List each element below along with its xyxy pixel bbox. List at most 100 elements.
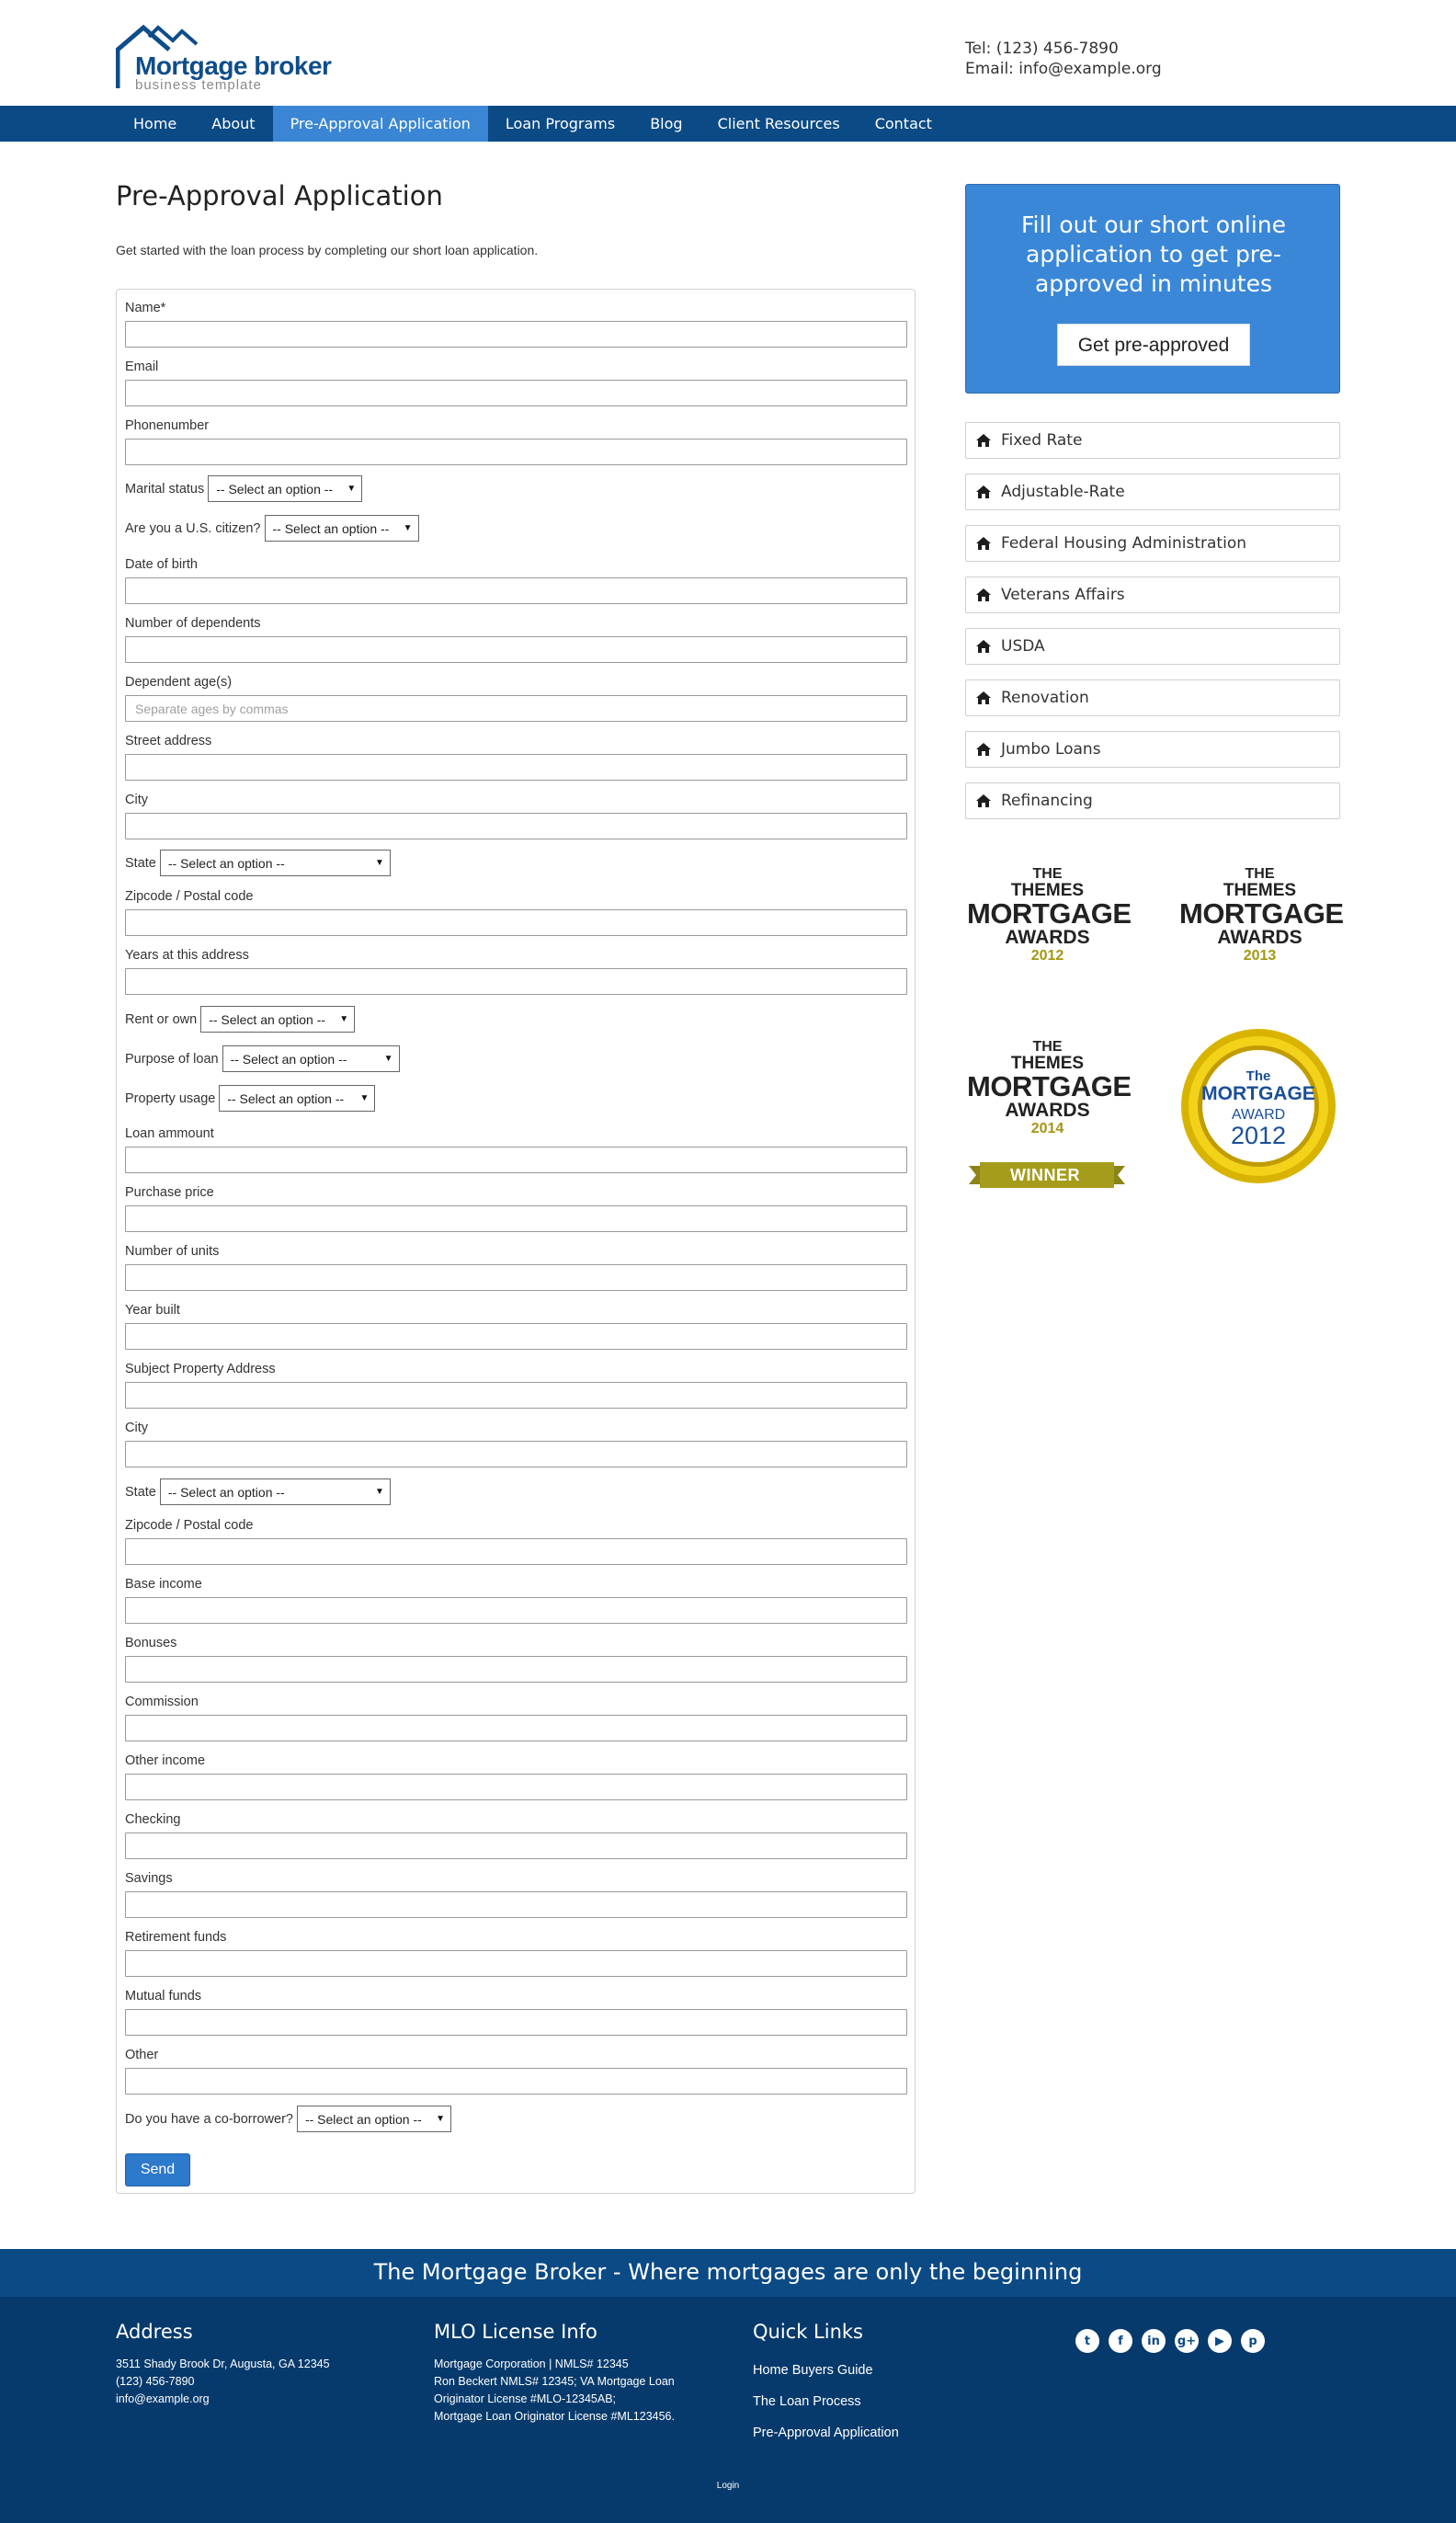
zip2-field[interactable] <box>125 1538 907 1565</box>
twitter-icon[interactable]: t <box>1075 2329 1099 2353</box>
purpose-label: Purpose of loan <box>125 1051 219 1067</box>
nav-pre-approval[interactable]: Pre-Approval Application <box>272 106 488 142</box>
link-loan-process[interactable]: The Loan Process <box>753 2394 861 2409</box>
coborrower-label: Do you have a co-borrower? <box>125 2111 293 2127</box>
other-income-field[interactable] <box>125 1774 907 1800</box>
citizen-label: Are you a U.S. citizen? <box>125 520 261 536</box>
loan-program-renovation[interactable]: Renovation <box>965 679 1340 716</box>
purchase-price-field[interactable] <box>125 1205 907 1232</box>
select-value: -- Select an option -- <box>227 1090 345 1106</box>
loan-program-veterans-affairs[interactable]: Veterans Affairs <box>965 577 1340 613</box>
nav-about[interactable]: About <box>194 106 272 142</box>
email-field[interactable] <box>125 380 907 406</box>
rent-own-row: Rent or own -- Select an option -- ▼ <box>125 1006 356 1033</box>
nav-loan-programs[interactable]: Loan Programs <box>488 106 632 142</box>
dependent-ages-field[interactable] <box>125 695 907 722</box>
bonuses-field[interactable] <box>125 1656 907 1683</box>
loan-amount-label: Loan ammount <box>125 1126 214 1141</box>
chevron-down-icon: ▼ <box>374 1487 384 1497</box>
site-logo[interactable]: Mortgage broker business template <box>116 24 332 94</box>
years-field[interactable] <box>125 968 907 995</box>
email-label: Email <box>125 360 159 374</box>
mlo-line: Mortgage Loan Originator License #ML1234… <box>434 2410 675 2423</box>
mlo-line: Ron Beckert NMLS# 12345; VA Mortgage Loa… <box>434 2375 675 2388</box>
address-line: 3511 Shady Brook Dr, Augusta, GA 12345 <box>116 2357 330 2370</box>
city-field[interactable] <box>125 813 907 839</box>
other-field[interactable] <box>125 2068 907 2095</box>
address-heading: Address <box>116 2321 193 2343</box>
name-field[interactable] <box>125 321 907 348</box>
coborrower-select[interactable]: -- Select an option -- ▼ <box>296 2106 451 2132</box>
address-email[interactable]: info@example.org <box>116 2391 330 2408</box>
savings-field[interactable] <box>125 1891 907 1918</box>
address-block: 3511 Shady Brook Dr, Augusta, GA 12345 (… <box>116 2356 330 2408</box>
loan-program-adjustable-rate[interactable]: Adjustable-Rate <box>965 474 1340 510</box>
base-income-field[interactable] <box>125 1597 907 1624</box>
link-home-buyers-guide[interactable]: Home Buyers Guide <box>753 2363 873 2378</box>
state-label: State <box>125 855 156 871</box>
select-value: -- Select an option -- <box>230 1051 347 1067</box>
award-2013: THE THEMES MORTGAGE AWARDS 2013 <box>1179 866 1344 965</box>
loan-program-label: Adjustable-Rate <box>1001 483 1125 501</box>
send-button[interactable]: Send <box>125 2153 190 2186</box>
loan-program-fha[interactable]: Federal Housing Administration <box>965 525 1340 562</box>
chevron-down-icon: ▼ <box>383 1054 393 1064</box>
state-select[interactable]: -- Select an option -- ▼ <box>159 850 391 876</box>
nav-contact[interactable]: Contact <box>858 106 950 142</box>
site-footer: Address 3511 Shady Brook Dr, Augusta, GA… <box>0 2297 1456 2523</box>
loan-program-fixed-rate[interactable]: Fixed Rate <box>965 422 1340 459</box>
facebook-icon[interactable]: f <box>1109 2329 1132 2353</box>
chevron-down-icon: ▼ <box>359 1093 370 1103</box>
loan-program-label: Fixed Rate <box>1001 431 1083 450</box>
city2-field[interactable] <box>125 1441 907 1467</box>
loan-program-label: Renovation <box>1001 689 1089 707</box>
mlo-line: Mortgage Corporation | NMLS# 12345 <box>434 2357 629 2370</box>
login-link[interactable]: Login <box>0 2481 1456 2491</box>
citizen-select[interactable]: -- Select an option -- ▼ <box>264 515 419 542</box>
phone-field[interactable] <box>125 439 907 465</box>
loan-program-refinancing[interactable]: Refinancing <box>965 782 1340 819</box>
marital-label: Marital status <box>125 481 205 497</box>
retirement-field[interactable] <box>125 1950 907 1977</box>
badge-year: 2012 <box>1230 1122 1287 1149</box>
usage-select[interactable]: -- Select an option -- ▼ <box>219 1085 376 1112</box>
award-year: 2014 <box>1030 1121 1064 1136</box>
youtube-icon[interactable]: ▶ <box>1208 2329 1232 2353</box>
commission-label: Commission <box>125 1695 199 1709</box>
dob-field[interactable] <box>125 577 907 604</box>
checking-field[interactable] <box>125 1832 907 1859</box>
dependents-field[interactable] <box>125 636 907 663</box>
mutual-field[interactable] <box>125 2009 907 2036</box>
loan-amount-field[interactable] <box>125 1147 907 1173</box>
nav-blog[interactable]: Blog <box>632 106 700 142</box>
commission-field[interactable] <box>125 1715 907 1741</box>
select-value: -- Select an option -- <box>167 1484 285 1500</box>
link-pre-approval[interactable]: Pre-Approval Application <box>753 2426 899 2440</box>
marital-select[interactable]: -- Select an option -- ▼ <box>208 475 363 502</box>
rent-own-select[interactable]: -- Select an option -- ▼ <box>200 1006 356 1033</box>
nav-client-resources[interactable]: Client Resources <box>700 106 858 142</box>
header-email[interactable]: Email: info@example.org <box>965 59 1162 79</box>
main-nav: Home About Pre-Approval Application Loan… <box>0 106 1456 142</box>
pinterest-icon[interactable]: p <box>1241 2329 1265 2353</box>
units-field[interactable] <box>125 1264 907 1291</box>
home-icon <box>976 640 991 653</box>
state-row: State -- Select an option -- ▼ <box>125 850 391 876</box>
linkedin-icon[interactable]: in <box>1142 2329 1166 2353</box>
subject-address-field[interactable] <box>125 1382 907 1409</box>
state2-label: State <box>125 1484 156 1500</box>
loan-program-usda[interactable]: USDA <box>965 628 1340 665</box>
loan-program-jumbo[interactable]: Jumbo Loans <box>965 731 1340 768</box>
google-plus-icon[interactable]: g+ <box>1175 2329 1199 2353</box>
state2-select[interactable]: -- Select an option -- ▼ <box>159 1478 391 1505</box>
purpose-select[interactable]: -- Select an option -- ▼ <box>222 1045 400 1072</box>
cta-text: Fill out our short online application to… <box>1020 211 1287 297</box>
get-pre-approved-button[interactable]: Get pre-approved <box>1057 324 1250 366</box>
quick-links-heading: Quick Links <box>753 2321 864 2343</box>
pre-approval-cta: Fill out our short online application to… <box>965 184 1340 394</box>
select-value: -- Select an option -- <box>209 1011 326 1027</box>
nav-home[interactable]: Home <box>116 106 194 142</box>
year-built-field[interactable] <box>125 1323 907 1350</box>
zip-field[interactable] <box>125 909 907 936</box>
street-field[interactable] <box>125 754 907 781</box>
